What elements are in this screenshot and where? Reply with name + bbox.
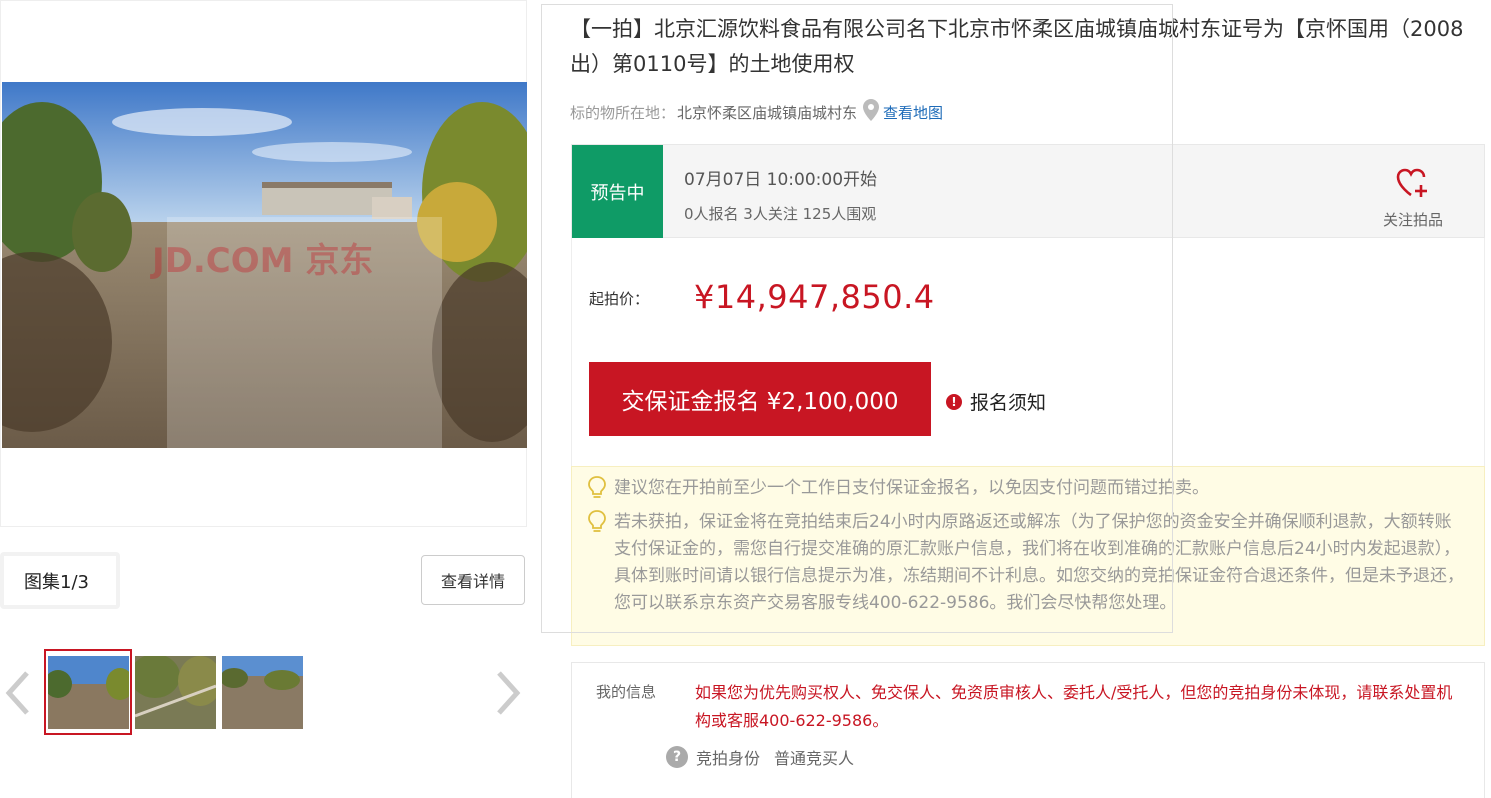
map-pin-icon bbox=[863, 99, 880, 125]
location-row: 标的物所在地： 北京怀柔区庙城镇庙城村东 查看地图 bbox=[570, 99, 943, 125]
lightbulb-icon bbox=[586, 509, 614, 617]
my-info-text: 如果您为优先购买权人、免交保人、免资质审核人、委托人/受托人，但您的竞拍身份未体… bbox=[695, 683, 1453, 730]
gallery-counter: 图集1/3 bbox=[0, 552, 120, 609]
thumbnail-3[interactable] bbox=[222, 656, 303, 729]
tips-panel: 建议您在开拍前至少一个工作日支付保证金报名，以免因支付问题而错过拍卖。 若未获拍… bbox=[571, 466, 1485, 646]
identity-label: 竞拍身份 bbox=[696, 749, 761, 768]
tip-2-text: 若未获拍，保证金将在竞拍结束后24小时内原路返还或解冻（为了保护您的资金安全并确… bbox=[614, 512, 1464, 613]
my-info-label: 我的信息 bbox=[596, 683, 657, 701]
location-value: 北京怀柔区庙城镇庙城村东 bbox=[677, 103, 858, 122]
tip-1: 建议您在开拍前至少一个工作日支付保证金报名，以免因支付问题而错过拍卖。 bbox=[586, 475, 1464, 510]
follow-lot-button[interactable]: 关注拍品 bbox=[1378, 167, 1448, 230]
main-photo[interactable]: JD.COM 京东 bbox=[2, 82, 527, 448]
watermark: JD.COM 京东 bbox=[150, 241, 373, 281]
heart-plus-icon bbox=[1396, 168, 1427, 197]
start-time: 07月07日 10:00:00开始 bbox=[684, 170, 878, 190]
registration-notice-label: 报名须知 bbox=[970, 392, 1047, 414]
identity-value: 普通竞买人 bbox=[774, 749, 855, 768]
starting-price-label: 起拍价： bbox=[589, 290, 650, 308]
next-arrow-button[interactable] bbox=[490, 668, 526, 718]
pay-deposit-register-button[interactable]: 交保证金报名 ¥2,100,000 bbox=[589, 362, 931, 436]
view-details-button[interactable]: 查看详情 bbox=[421, 555, 525, 605]
question-icon[interactable]: ? bbox=[666, 746, 688, 768]
prev-arrow-button[interactable] bbox=[0, 668, 36, 718]
exclamation-icon: ! bbox=[946, 393, 962, 410]
location-label: 标的物所在地： bbox=[570, 103, 676, 122]
status-badge: 预告中 bbox=[572, 145, 663, 238]
bidder-identity-row[interactable]: ? 竞拍身份 普通竞买人 bbox=[666, 745, 854, 769]
starting-price-value: ¥14,947,850.4 bbox=[694, 278, 935, 316]
chevron-left-icon bbox=[5, 671, 29, 715]
auction-stats: 0人报名 3人关注 125人围观 bbox=[684, 205, 877, 223]
chevron-right-icon bbox=[497, 671, 521, 715]
tip-1-text: 建议您在开拍前至少一个工作日支付保证金报名，以免因支付问题而错过拍卖。 bbox=[614, 478, 1209, 498]
thumbnail-2[interactable] bbox=[135, 656, 216, 729]
lot-title: 【一拍】北京汇源饮料食品有限公司名下北京市怀柔区庙城镇庙城村东证号为【京怀国用（… bbox=[570, 17, 1464, 76]
thumbnail-1[interactable] bbox=[48, 656, 129, 729]
registration-notice-link[interactable]: ! 报名须知 bbox=[946, 388, 1046, 415]
lightbulb-icon bbox=[586, 475, 614, 510]
view-map-link[interactable]: 查看地图 bbox=[883, 102, 943, 123]
auction-status-bar: 预告中 07月07日 10:00:00开始 0人报名 3人关注 125人围观 关… bbox=[571, 144, 1485, 238]
my-info-section: 我的信息 如果您为优先购买权人、免交保人、免资质审核人、委托人/受托人，但您的竞… bbox=[571, 662, 1485, 798]
follow-label: 关注拍品 bbox=[1382, 211, 1443, 229]
tip-2: 若未获拍，保证金将在竞拍结束后24小时内原路返还或解冻（为了保护您的资金安全并确… bbox=[586, 509, 1464, 617]
main-photo-container: JD.COM 京东 bbox=[0, 0, 527, 527]
